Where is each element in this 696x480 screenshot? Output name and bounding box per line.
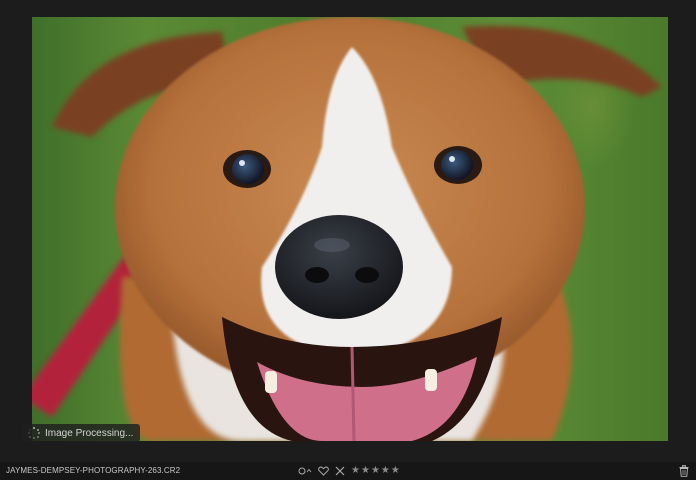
image-viewer: Image Processing... <box>0 0 696 462</box>
star-icon[interactable]: ★ <box>361 464 370 478</box>
filename-label: JAYMES-DEMPSEY-PHOTOGRAPHY-263.CR2 <box>6 466 181 475</box>
color-label-icon[interactable] <box>298 464 312 478</box>
star-rating: ★ ★ ★ ★ ★ <box>351 464 400 478</box>
rating-controls: ★ ★ ★ ★ ★ <box>298 464 400 478</box>
status-bar: JAYMES-DEMPSEY-PHOTOGRAPHY-263.CR2 ★ ★ ★… <box>0 462 696 480</box>
processing-indicator: Image Processing... <box>22 424 141 442</box>
trash-icon[interactable] <box>679 465 689 477</box>
star-icon[interactable]: ★ <box>351 464 360 478</box>
processing-text: Image Processing... <box>45 427 134 439</box>
dog-photo-illustration <box>32 17 662 441</box>
reject-icon[interactable] <box>335 464 345 478</box>
loading-spinner-icon <box>28 427 40 439</box>
star-icon[interactable]: ★ <box>391 464 400 478</box>
heart-icon[interactable] <box>318 464 329 478</box>
main-photo[interactable] <box>32 17 668 441</box>
star-icon[interactable]: ★ <box>381 464 390 478</box>
star-icon[interactable]: ★ <box>371 464 380 478</box>
